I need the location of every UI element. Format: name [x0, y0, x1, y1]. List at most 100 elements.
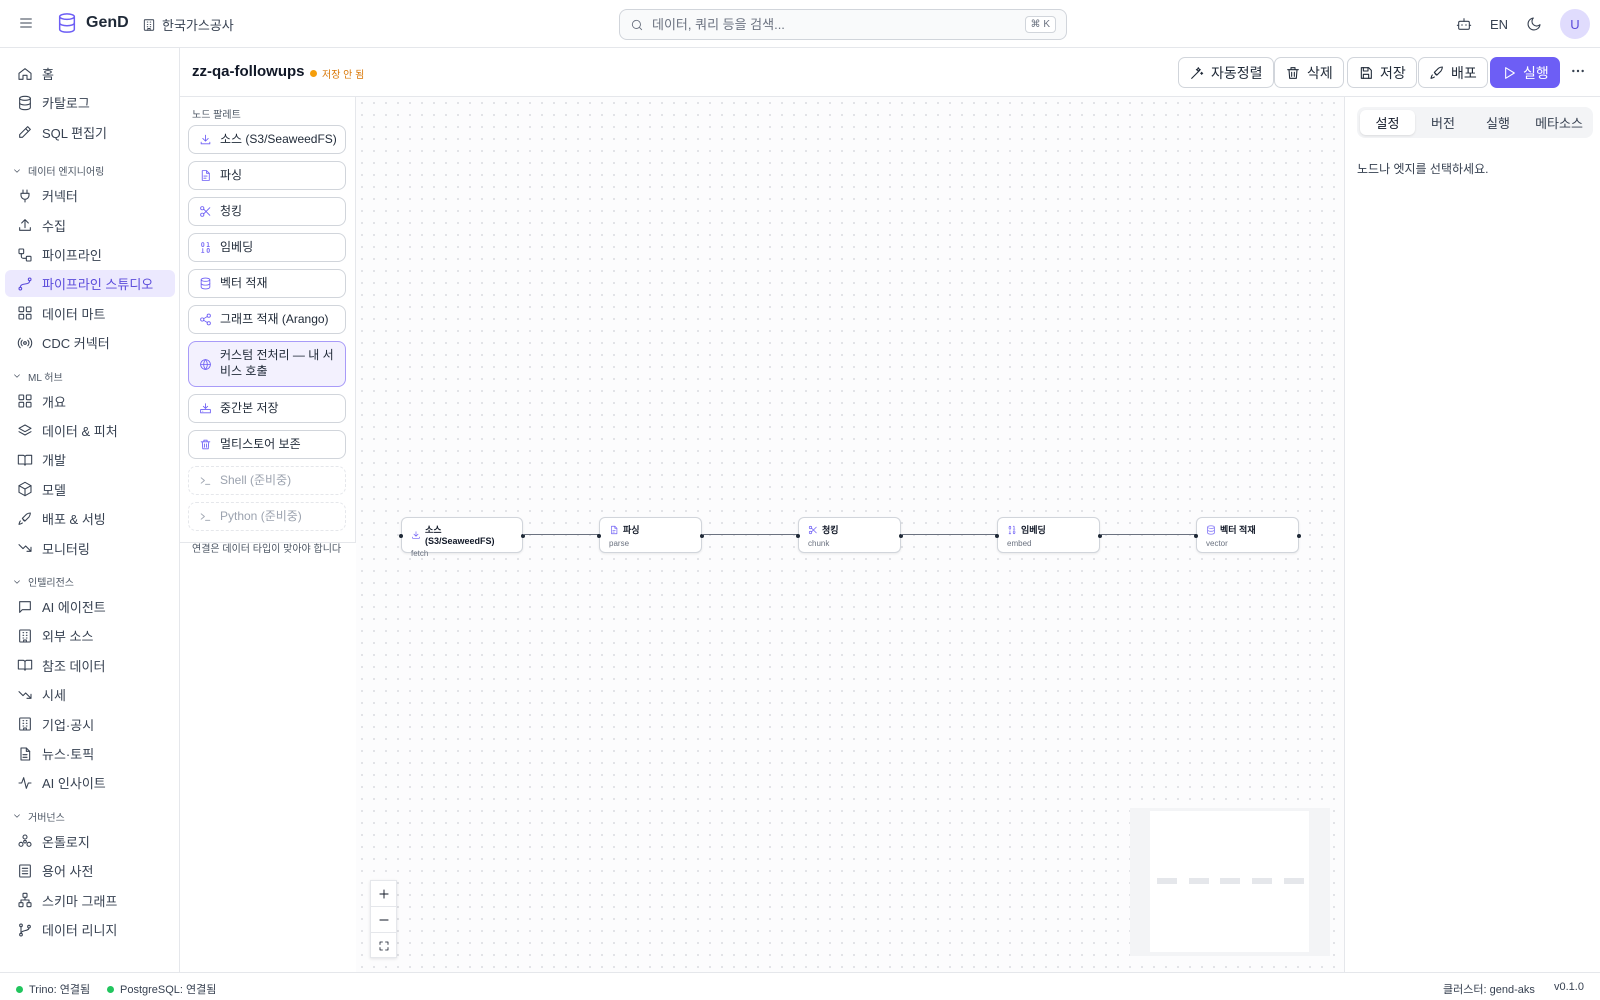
app-logo[interactable]: GenD — [56, 12, 129, 34]
sidebar-item[interactable]: 파이프라인 스튜디오 — [5, 270, 175, 298]
sidebar-item[interactable]: 수집 — [5, 212, 175, 239]
top-bar: GenD 한국가스공사 ⌘ K EN U — [0, 0, 1600, 48]
more-options-icon[interactable] — [1570, 63, 1586, 79]
inspector-tab[interactable]: 실행 — [1472, 110, 1524, 135]
sidebar-item[interactable]: 모델 — [5, 476, 175, 503]
message-icon — [17, 599, 33, 615]
palette-item-label: 파싱 — [220, 167, 243, 182]
moon-icon[interactable] — [1526, 16, 1542, 32]
flow-node-type: vector — [1206, 539, 1228, 548]
sidebar-item[interactable]: 기업·공시 — [5, 711, 175, 738]
flow-node[interactable]: 청킹 chunk — [796, 517, 903, 553]
flow-edge[interactable] — [523, 534, 599, 535]
zoom-out-button[interactable] — [371, 907, 396, 933]
minimap[interactable] — [1130, 808, 1330, 956]
sidebar-item-label: 데이터 리니지 — [42, 923, 118, 938]
sidebar-item[interactable]: SQL 편집기 — [5, 119, 175, 146]
palette-item[interactable]: 커스텀 전처리 — 내 서비스 호출 — [188, 341, 346, 387]
delete-button[interactable]: 삭제 — [1274, 57, 1344, 88]
sidebar-section-header[interactable]: 데이터 엔지니어링 — [12, 163, 104, 178]
sidebar-section-title: 거버넌스 — [28, 812, 65, 824]
run-button[interactable]: 실행 — [1490, 57, 1560, 88]
grid-icon — [17, 305, 33, 321]
zoom-in-button[interactable] — [371, 881, 396, 907]
palette-item[interactable]: 그래프 적재 (Arango) — [188, 305, 346, 334]
sidebar-section-header[interactable]: ML 허브 — [12, 369, 63, 384]
sidebar-item[interactable]: 파이프라인 — [5, 241, 175, 268]
palette-item[interactable]: 소스 (S3/SeaweedFS) — [188, 125, 346, 154]
trend-down-icon — [17, 540, 33, 556]
flow-node[interactable]: 파싱 parse — [597, 517, 704, 553]
flow-node-type: chunk — [808, 539, 830, 548]
fit-view-button[interactable] — [371, 933, 396, 959]
palette-item[interactable]: 파싱 — [188, 161, 346, 190]
palette-item[interactable]: 멀티스토어 보존 — [188, 430, 346, 459]
palette-item[interactable]: 중간본 저장 — [188, 394, 346, 423]
user-avatar[interactable]: U — [1560, 9, 1590, 39]
search-input[interactable] — [652, 17, 1017, 32]
sidebar-item[interactable]: 개발 — [5, 446, 175, 473]
flow-node[interactable]: 벡터 적재 vector — [1194, 517, 1301, 553]
sidebar-item[interactable]: 스키마 그래프 — [5, 887, 175, 914]
sidebar-item[interactable]: 홈 — [5, 60, 175, 87]
palette-item[interactable]: Python (준비중) — [188, 502, 346, 531]
sidebar-item[interactable]: 참조 데이터 — [5, 652, 175, 679]
org-selector[interactable]: 한국가스공사 — [142, 15, 234, 34]
sidebar-item[interactable]: CDC 커넥터 — [5, 329, 175, 356]
language-toggle[interactable]: EN — [1490, 17, 1508, 32]
deploy-button[interactable]: 배포 — [1418, 57, 1488, 88]
sidebar-item[interactable]: 온톨로지 — [5, 828, 175, 855]
flow-edge[interactable] — [1100, 534, 1196, 535]
sidebar-item[interactable]: 개요 — [5, 388, 175, 415]
sidebar-item[interactable]: AI 인사이트 — [5, 769, 175, 796]
palette-item[interactable]: 청킹 — [188, 197, 346, 226]
flow-node-header: 임베딩 — [1007, 523, 1090, 536]
sidebar-section-header[interactable]: 거버넌스 — [12, 809, 65, 824]
sidebar: 홈 카탈로그 SQL 편집기데이터 엔지니어링커넥터수집파이프라인파이프라인 스튜디… — [0, 48, 180, 972]
input-handle[interactable] — [1194, 534, 1198, 538]
bot-icon[interactable] — [1456, 16, 1472, 32]
autolayout-button[interactable]: 자동정렬 — [1178, 57, 1274, 88]
global-search[interactable]: ⌘ K — [619, 9, 1067, 40]
binary-icon — [1007, 525, 1017, 535]
trino-status-label: Trino: 연결됨 — [29, 984, 91, 996]
input-handle[interactable] — [399, 534, 403, 538]
cluster-label: 클러스터: gend-aks — [1443, 984, 1535, 996]
sidebar-item[interactable]: 시세 — [5, 681, 175, 708]
flow-edge[interactable] — [702, 534, 798, 535]
sidebar-item[interactable]: AI 에이전트 — [5, 593, 175, 620]
inspector-tab[interactable]: 메타소스 — [1527, 110, 1591, 135]
sidebar-item[interactable]: 외부 소스 — [5, 622, 175, 649]
grid-icon — [17, 393, 33, 409]
input-handle[interactable] — [995, 534, 999, 538]
flow-edge[interactable] — [901, 534, 997, 535]
sidebar-item[interactable]: 커넥터 — [5, 182, 175, 209]
save-button[interactable]: 저장 — [1347, 57, 1417, 88]
input-handle[interactable] — [597, 534, 601, 538]
sidebar-item-label: 파이프라인 — [42, 248, 102, 263]
sidebar-item[interactable]: 데이터 마트 — [5, 300, 175, 327]
input-handle[interactable] — [796, 534, 800, 538]
sidebar-item[interactable]: 모니터링 — [5, 535, 175, 562]
hard-drive-icon — [199, 402, 212, 415]
sidebar-item[interactable]: 뉴스·토픽 — [5, 740, 175, 767]
inspector-tab[interactable]: 버전 — [1417, 110, 1469, 135]
sidebar-item[interactable]: 데이터 & 피처 — [5, 417, 175, 444]
inspector-tab[interactable]: 설정 — [1360, 110, 1415, 135]
sidebar-section-title: 데이터 엔지니어링 — [28, 167, 105, 179]
flow-node[interactable]: 임베딩 embed — [995, 517, 1102, 553]
sidebar-item-label: AI 에이전트 — [42, 600, 106, 615]
menu-icon[interactable] — [18, 15, 34, 31]
sidebar-section-header[interactable]: 인텔리전스 — [12, 574, 74, 589]
sidebar-item[interactable]: 배포 & 서빙 — [5, 505, 175, 532]
palette-item[interactable]: Shell (준비중) — [188, 466, 346, 495]
sidebar-item[interactable]: 용어 사전 — [5, 857, 175, 884]
flow-canvas[interactable]: 소스 (S3/SeaweedFS) fetch 파싱 parse 청킹 chunk 임베딩 e… — [356, 97, 1344, 972]
sidebar-item[interactable]: 카탈로그 — [5, 89, 175, 116]
sidebar-item[interactable]: 데이터 리니지 — [5, 916, 175, 943]
output-handle[interactable] — [1297, 534, 1301, 538]
palette-item[interactable]: 임베딩 — [188, 233, 346, 262]
pipeline-title[interactable]: zz-qa-followups — [192, 63, 305, 80]
palette-item[interactable]: 벡터 적재 — [188, 269, 346, 298]
flow-node[interactable]: 소스 (S3/SeaweedFS) fetch — [399, 517, 525, 558]
